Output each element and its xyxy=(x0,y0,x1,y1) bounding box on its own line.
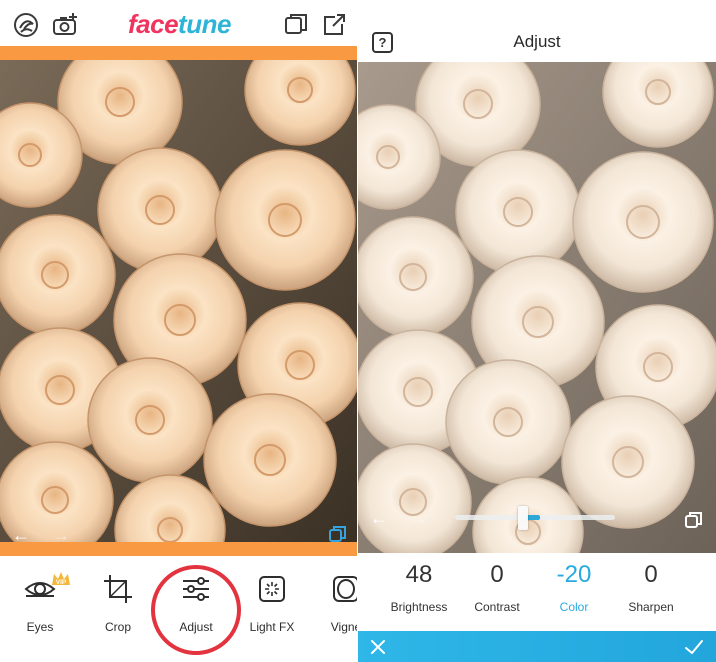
vip-badge-text: VIP xyxy=(56,579,67,586)
facetune-logo: facetune xyxy=(128,9,231,40)
copy-icon[interactable] xyxy=(282,11,310,39)
light-fx-icon xyxy=(255,572,289,606)
param-sharpen[interactable]: 0 Sharpen xyxy=(606,561,696,614)
adjust-title: Adjust xyxy=(513,32,561,51)
share-icon[interactable] xyxy=(320,11,348,39)
adjust-header: ? Adjust xyxy=(358,20,716,62)
adjust-slider-fill xyxy=(526,515,540,520)
crop-icon xyxy=(101,572,135,606)
top-bar: facetune xyxy=(0,0,357,48)
adjust-slider-handle[interactable] xyxy=(518,506,528,530)
compare-icon[interactable] xyxy=(684,510,704,530)
roses-photo-original-image xyxy=(0,60,357,542)
vip-badge-icon: VIP xyxy=(50,570,72,587)
adjust-highlight-circle xyxy=(151,565,241,655)
tool-crop[interactable]: Crop xyxy=(82,572,154,634)
roses-photo-original[interactable] xyxy=(0,60,357,542)
roses-photo-adjusted-image xyxy=(358,62,716,553)
camera-plus-icon[interactable] xyxy=(51,11,79,39)
orange-frame-bottom xyxy=(0,542,357,556)
arrow-right-icon[interactable]: → xyxy=(410,509,428,527)
checkmark-icon[interactable] xyxy=(684,637,704,657)
tool-vignette[interactable]: Vigne xyxy=(310,572,357,634)
adjust-panel: ? Adjust ← → 48 Brightness 0 Contrast -2… xyxy=(358,0,716,662)
param-brightness[interactable]: 48 Brightness xyxy=(374,561,464,614)
param-sharpen-label: Sharpen xyxy=(628,600,674,614)
tool-eyes-label: Eyes xyxy=(26,620,54,634)
tool-light-fx[interactable]: Light FX xyxy=(236,572,308,634)
facetune-editor-panel: facetune ← → Eyes Crop Adjust Light FX V… xyxy=(0,0,357,662)
tool-crop-label: Crop xyxy=(104,620,131,634)
adjust-slider-track[interactable] xyxy=(455,515,615,520)
brand-part-tune: tune xyxy=(178,9,231,39)
adjust-parameters: 48 Brightness 0 Contrast -20 Color 0 Sha… xyxy=(358,553,716,631)
param-brightness-value: 48 xyxy=(405,561,433,588)
param-brightness-label: Brightness xyxy=(390,600,448,614)
confirm-bar xyxy=(358,631,716,662)
tool-light-fx-label: Light FX xyxy=(249,620,295,634)
param-sharpen-value: 0 xyxy=(644,561,658,588)
roses-photo-adjusted[interactable] xyxy=(358,62,716,553)
vignette-icon xyxy=(329,572,357,606)
faceswirl-icon[interactable] xyxy=(12,11,40,39)
tool-vignette-label: Vigne xyxy=(330,620,357,634)
close-icon[interactable] xyxy=(368,637,388,657)
orange-frame-top xyxy=(0,46,357,60)
brand-part-face: face xyxy=(128,9,179,39)
compare-icon[interactable] xyxy=(328,524,348,544)
arrow-left-icon[interactable]: ← xyxy=(370,509,388,527)
